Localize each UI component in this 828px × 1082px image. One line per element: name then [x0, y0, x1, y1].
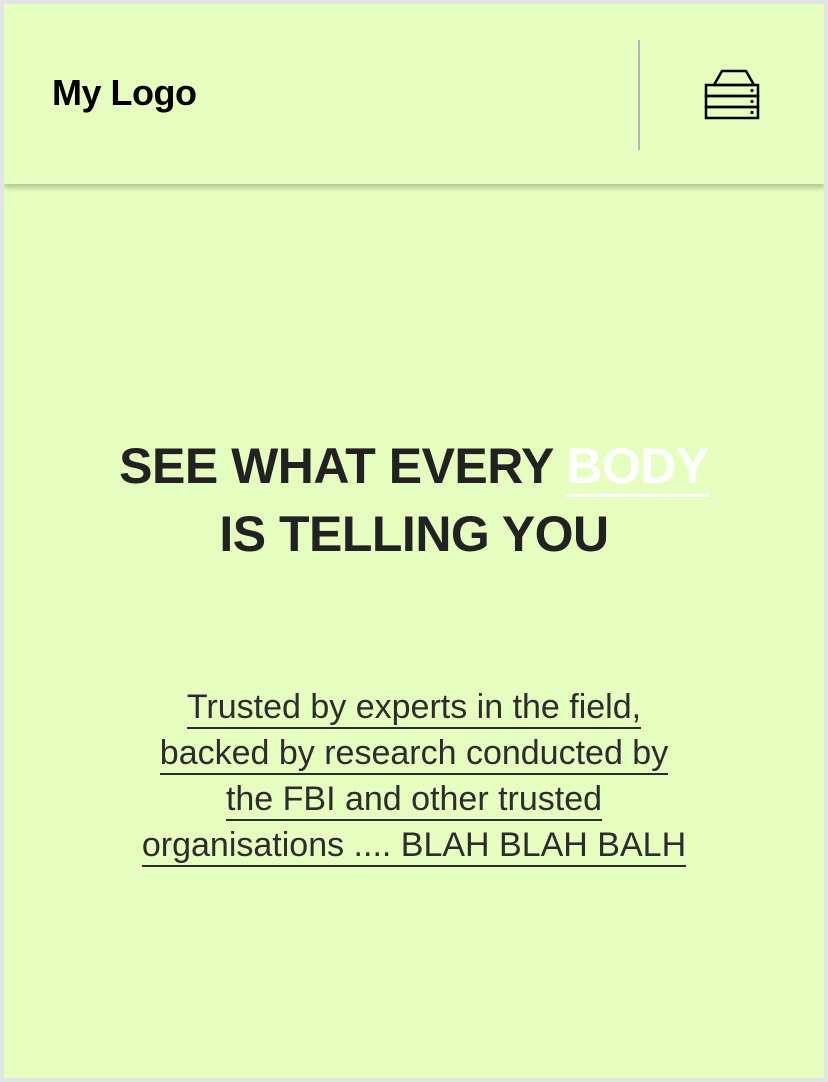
site-header: My Logo	[4, 4, 824, 184]
menu-button[interactable]	[694, 60, 770, 130]
hero-tagline: Trusted by experts in the field, backed …	[74, 684, 754, 868]
headline-highlight: BODY	[566, 438, 709, 497]
headline-text-start: SEE WHAT EVERY	[119, 438, 567, 494]
logo[interactable]: My Logo	[52, 72, 197, 114]
hero-headline: SEE WHAT EVERY BODY IS TELLING YOU	[34, 432, 794, 568]
tagline-line: Trusted by experts in the field,	[186, 688, 642, 729]
header-divider	[638, 40, 640, 150]
page-frame: My Logo SEE WHAT EVERY BODY IS TELLING Y…	[4, 4, 824, 1078]
headline-text-end: IS TELLING YOU	[219, 506, 609, 562]
tagline-line: organisations .... BLAH BLAH BALH	[141, 826, 687, 867]
tagline-line: backed by research conducted by	[159, 734, 669, 775]
tagline-line: the FBI and other trusted	[225, 780, 603, 821]
server-stack-icon	[704, 69, 760, 120]
hero-section: SEE WHAT EVERY BODY IS TELLING YOU Trust…	[4, 184, 824, 1078]
